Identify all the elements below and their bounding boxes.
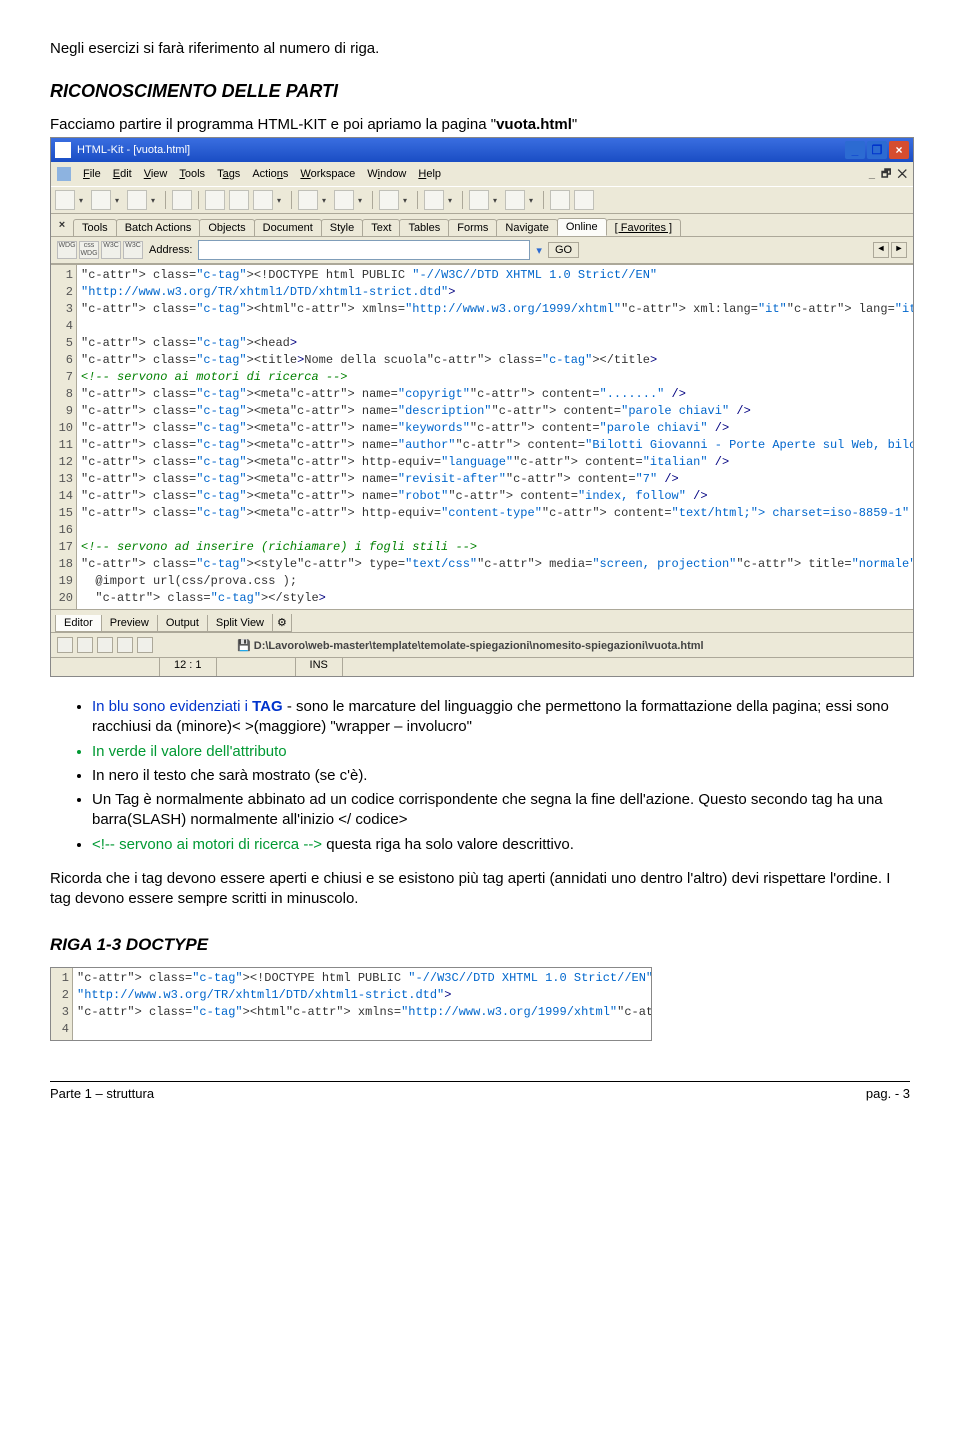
pathbar: 💾 D:\Lavoro\web-master\template\temolate… xyxy=(51,632,913,657)
address-row: WDG css WDG W3C W3C Address: ▾ GO ◄ ► xyxy=(51,237,913,264)
go-button[interactable]: GO xyxy=(548,242,579,258)
statusbar: 12 : 1 INS xyxy=(51,657,913,676)
bullet-4: Un Tag è normalmente abbinato ad un codi… xyxy=(92,790,910,831)
footer-left: Parte 1 – struttura xyxy=(50,1086,154,1101)
tab-online[interactable]: Online xyxy=(557,218,607,236)
css-wdg-button[interactable]: css WDG xyxy=(79,241,99,259)
subtext-prefix: Facciamo partire il programma HTML-KIT e… xyxy=(50,116,496,133)
etab-splitview[interactable]: Split View xyxy=(207,615,273,632)
menu-actions[interactable]: Actions xyxy=(252,168,288,180)
wdg-button[interactable]: WDG xyxy=(57,241,77,259)
path-icon-3[interactable] xyxy=(97,637,113,653)
menu-edit[interactable]: Edit xyxy=(113,168,132,180)
minimize-button[interactable]: _ xyxy=(845,141,865,159)
close-panel-icon[interactable]: × xyxy=(55,219,69,231)
find-icon[interactable] xyxy=(379,190,399,210)
app-icon xyxy=(55,142,71,158)
etab-editor[interactable]: Editor xyxy=(55,615,102,632)
check-icon[interactable] xyxy=(505,190,525,210)
code-editor[interactable]: 1234567891011121314151617181920 "c-attr"… xyxy=(51,264,913,609)
tab-style[interactable]: Style xyxy=(321,219,363,236)
window-title: HTML-Kit - [vuota.html] xyxy=(77,144,190,156)
menu-tools[interactable]: Tools xyxy=(179,168,205,180)
menu-view[interactable]: View xyxy=(144,168,168,180)
insert-mode: INS xyxy=(296,658,343,676)
address-label: Address: xyxy=(149,244,192,256)
file-path: D:\Lavoro\web-master\template\temolate-s… xyxy=(254,640,704,652)
tab-forms[interactable]: Forms xyxy=(448,219,497,236)
small-code-snippet: 1234 "c-attr"> class="c-tag"><!DOCTYPE h… xyxy=(50,967,652,1041)
editor-tabrow: Editor Preview Output Split View ⚙ xyxy=(51,609,913,632)
line-gutter: 1234567891011121314151617181920 xyxy=(51,265,77,609)
copy-icon[interactable] xyxy=(229,190,249,210)
footer-right: pag. - 3 xyxy=(866,1086,910,1101)
redo-icon[interactable] xyxy=(334,190,354,210)
tab-text[interactable]: Text xyxy=(362,219,400,236)
bullet-list: In blu sono evidenziati i TAG - sono le … xyxy=(70,697,910,855)
path-icon-4[interactable] xyxy=(117,637,133,653)
code-content[interactable]: "c-attr"> class="c-tag"><!DOCTYPE html P… xyxy=(77,265,913,609)
browser-icon[interactable] xyxy=(469,190,489,210)
cut-icon[interactable] xyxy=(205,190,225,210)
riga-heading: RIGA 1-3 DOCTYPE xyxy=(50,935,910,955)
app-menu-icon[interactable] xyxy=(57,167,71,181)
section-heading: RICONOSCIMENTO DELLE PARTI xyxy=(50,81,910,102)
tabrow: × Tools Batch Actions Objects Document S… xyxy=(51,214,913,237)
undo-icon[interactable] xyxy=(298,190,318,210)
path-icon-2[interactable] xyxy=(77,637,93,653)
small-gutter: 1234 xyxy=(51,968,73,1040)
maximize-button[interactable]: ❐ xyxy=(867,141,887,159)
tab-favorites[interactable]: [ Favorites ] xyxy=(606,219,681,236)
wizard-icon[interactable] xyxy=(424,190,444,210)
color-icon[interactable] xyxy=(550,190,570,210)
titlebar: HTML-Kit - [vuota.html] _ ❐ × xyxy=(51,138,913,162)
tab-tables[interactable]: Tables xyxy=(399,219,449,236)
path-icon-1[interactable] xyxy=(57,637,73,653)
subtext-filename: vuota.html xyxy=(496,116,572,133)
tab-objects[interactable]: Objects xyxy=(199,219,254,236)
menu-tags[interactable]: Tags xyxy=(217,168,240,180)
intro-text: Negli esercizi si farà riferimento al nu… xyxy=(50,40,910,57)
w3c-button-2[interactable]: W3C xyxy=(123,241,143,259)
etab-preview[interactable]: Preview xyxy=(101,615,158,632)
toolbar-row-1: ▾ ▾ ▾ ▾ ▾ ▾ ▾ ▾ ▾ ▾ xyxy=(51,186,913,214)
w3c-button-1[interactable]: W3C xyxy=(101,241,121,259)
save-icon[interactable] xyxy=(127,190,147,210)
etab-output[interactable]: Output xyxy=(157,615,208,632)
paste-icon[interactable] xyxy=(253,190,273,210)
save-path-icon: 💾 xyxy=(237,640,254,652)
tab-document[interactable]: Document xyxy=(254,219,322,236)
bullet-3: In nero il testo che sarà mostrato (se c… xyxy=(92,766,910,786)
grid-icon[interactable] xyxy=(574,190,594,210)
open-file-icon[interactable] xyxy=(91,190,111,210)
small-code: "c-attr"> class="c-tag"><!DOCTYPE html P… xyxy=(73,968,651,1040)
subtext-suffix: " xyxy=(572,116,577,133)
nav-left-icon[interactable]: ◄ xyxy=(873,242,889,258)
new-file-icon[interactable] xyxy=(55,190,75,210)
menubar: FFileile Edit View Tools Tags Actions Wo… xyxy=(51,162,913,186)
etab-settings-icon[interactable]: ⚙ xyxy=(272,614,292,632)
menu-workspace[interactable]: Workspace xyxy=(300,168,355,180)
app-window: HTML-Kit - [vuota.html] _ ❐ × FFileile E… xyxy=(50,137,914,677)
bullet-5: <!-- servono ai motori di ricerca --> qu… xyxy=(92,835,910,855)
nav-right-icon[interactable]: ► xyxy=(891,242,907,258)
address-input[interactable] xyxy=(198,240,530,260)
subtext: Facciamo partire il programma HTML-KIT e… xyxy=(50,116,910,133)
close-button[interactable]: × xyxy=(889,141,909,159)
bullet-2: In verde il valore dell'attributo xyxy=(92,742,910,762)
tab-batch-actions[interactable]: Batch Actions xyxy=(116,219,201,236)
page-footer: Parte 1 – struttura pag. - 3 xyxy=(50,1081,910,1101)
tab-navigate[interactable]: Navigate xyxy=(496,219,557,236)
menu-help[interactable]: Help xyxy=(418,168,441,180)
path-refresh-icon[interactable] xyxy=(137,637,153,653)
bullet-1: In blu sono evidenziati i TAG - sono le … xyxy=(92,697,910,738)
after-paragraph: Ricorda che i tag devono essere aperti e… xyxy=(50,869,910,910)
menu-window[interactable]: Window xyxy=(367,168,406,180)
menu-file[interactable]: FFileile xyxy=(83,168,101,180)
cursor-position: 12 : 1 xyxy=(160,658,217,676)
tab-tools[interactable]: Tools xyxy=(73,219,117,236)
print-icon[interactable] xyxy=(172,190,192,210)
